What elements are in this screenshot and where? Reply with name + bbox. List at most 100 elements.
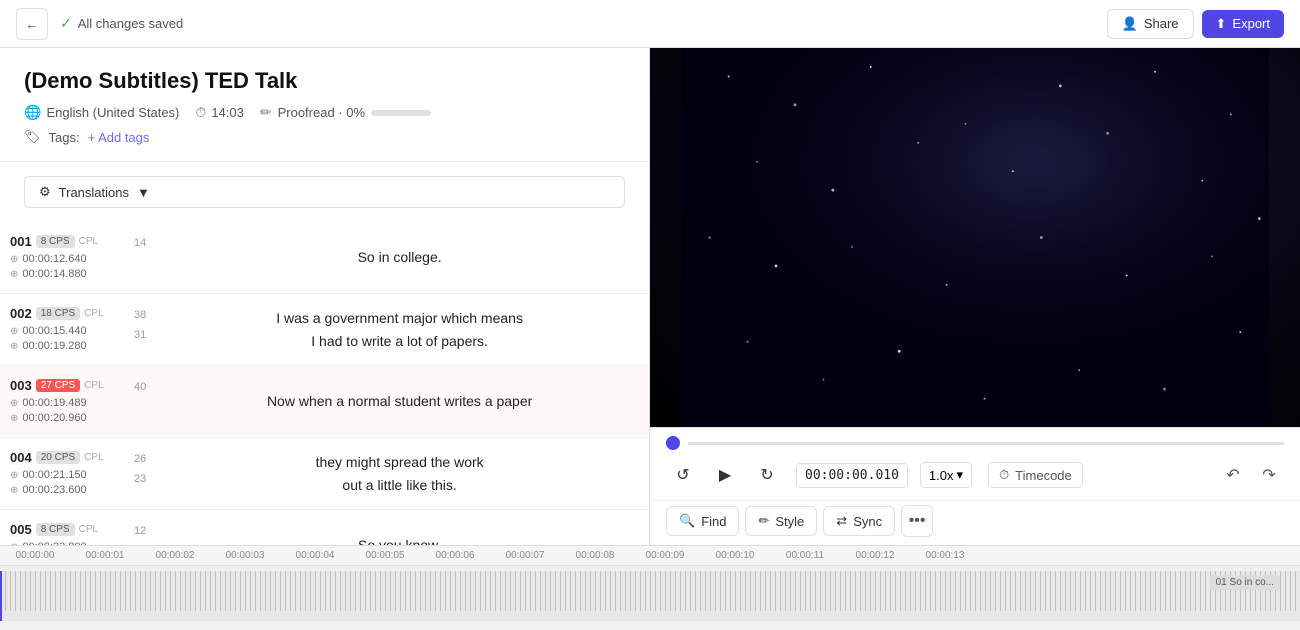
timeline-ruler: 00:00:0000:00:0100:00:0200:00:0300:00:04…	[0, 546, 1300, 566]
ruler-tick: 00:00:09	[630, 550, 700, 561]
cpl-numbers: 12	[130, 510, 150, 545]
chevron-down-icon: ▼	[137, 185, 150, 200]
cpl-value: 12	[134, 522, 146, 542]
speed-value: 1.0x	[929, 468, 954, 483]
ruler-tick: 00:00:03	[210, 550, 280, 561]
subtitle-text-area[interactable]: they might spread the workout a little l…	[150, 438, 649, 509]
language-label: English (United States)	[46, 105, 179, 120]
ruler-tick: 00:00:10	[700, 550, 770, 561]
timecode-icon: ⏱	[999, 467, 1009, 483]
subtitle-row[interactable]: 001 8 CPS CPL ⊕ 00:00:12.640 ⊕ 00:00:14.…	[0, 222, 649, 294]
clock-icon: ⏱	[195, 104, 206, 121]
cpl-numbers: 40	[130, 366, 150, 437]
timeline-waveform	[0, 571, 1300, 611]
subtitle-text: So in college.	[358, 246, 442, 268]
topbar: ← ✓ All changes saved 👤 Share ⬆ Export	[0, 0, 1300, 48]
subtitle-meta: 001 8 CPS CPL ⊕ 00:00:12.640 ⊕ 00:00:14.…	[0, 222, 130, 293]
meta-language: 🌐 English (United States)	[24, 104, 179, 121]
share-button[interactable]: 👤 Share	[1107, 9, 1194, 39]
find-button[interactable]: 🔍 Find	[666, 506, 739, 536]
subtitle-row[interactable]: 005 8 CPS CPL ⊕ 00:00:23.800 12 So you k…	[0, 510, 649, 545]
subtitle-row[interactable]: 002 18 CPS CPL ⊕ 00:00:15.440 ⊕ 00:00:19…	[0, 294, 649, 366]
ruler-tick: 00:00:07	[490, 550, 560, 561]
topbar-right: 👤 Share ⬆ Export	[1107, 9, 1284, 39]
timeline-body: 01 So in co...	[0, 571, 1300, 621]
subtitle-text-area[interactable]: So you know.	[150, 510, 649, 545]
export-button[interactable]: ⬆ Export	[1202, 10, 1284, 38]
subtitle-text-area[interactable]: So in college.	[150, 222, 649, 293]
ruler-tick: 00:00:00	[0, 550, 70, 561]
more-button[interactable]: •••	[901, 505, 933, 537]
proofread-icon: ✏	[260, 104, 272, 121]
sync-button[interactable]: ⇄ Sync	[823, 506, 895, 536]
progress-row	[650, 428, 1300, 454]
rewind-button[interactable]: ↺	[666, 458, 700, 492]
subtitle-times: ⊕ 00:00:15.440 ⊕ 00:00:19.280	[10, 325, 120, 352]
subtitle-row[interactable]: 003 27 CPS CPL ⊕ 00:00:19.489 ⊕ 00:00:20…	[0, 366, 649, 438]
speed-chevron: ▾	[957, 467, 964, 483]
cpl-value: 38	[134, 306, 146, 326]
subtitle-times: ⊕ 00:00:19.489 ⊕ 00:00:20.960	[10, 397, 120, 424]
check-icon: ✓	[60, 15, 72, 32]
cpl-label: CPL	[84, 308, 103, 319]
speed-selector[interactable]: 1.0x ▾	[920, 462, 972, 488]
tags-label: Tags:	[49, 130, 80, 145]
subtitle-chip: 01 So in co...	[1210, 575, 1280, 590]
add-icon[interactable]: ⊕	[10, 341, 18, 352]
cpl-numbers: 3831	[130, 294, 150, 365]
sync-icon: ⇄	[836, 513, 847, 529]
toolbar-row: 🔍 Find ✏ Style ⇄ Sync •••	[650, 500, 1300, 545]
timecode-toggle[interactable]: ⏱ Timecode	[988, 462, 1083, 488]
subtitle-text-area[interactable]: I was a government major which meansI ha…	[150, 294, 649, 365]
time-end: 00:00:19.280	[22, 340, 86, 352]
timecode-display[interactable]: 00:00:00.010	[796, 463, 908, 488]
add-tag-button[interactable]: + Add tags	[88, 130, 150, 145]
controls-row: ↺ ▶ ↻ 00:00:00.010 1.0x ▾ ⏱ Timecode ↶ ↷	[650, 454, 1300, 500]
time-start: 00:00:21.150	[22, 469, 86, 481]
subtitle-row[interactable]: 004 20 CPS CPL ⊕ 00:00:21.150 ⊕ 00:00:23…	[0, 438, 649, 510]
cpl-value: 31	[134, 326, 146, 346]
subtitle-text: I was a government major which meansI ha…	[276, 307, 523, 352]
back-icon: ←	[25, 16, 39, 32]
video-background	[650, 48, 1300, 427]
play-button[interactable]: ▶	[708, 458, 742, 492]
redo-button[interactable]: ↷	[1254, 460, 1284, 490]
cpl-value: 23	[134, 470, 146, 490]
fast-forward-button[interactable]: ↻	[750, 458, 784, 492]
translations-label: Translations	[59, 185, 129, 200]
add-icon[interactable]: ⊕	[10, 326, 18, 337]
subtitles-area[interactable]: 001 8 CPS CPL ⊕ 00:00:12.640 ⊕ 00:00:14.…	[0, 222, 649, 545]
cps-badge: 20 CPS	[36, 451, 80, 464]
video-area	[650, 48, 1300, 427]
add-icon[interactable]: ⊕	[10, 269, 18, 280]
tags-row: 🏷 Tags: + Add tags	[24, 129, 625, 145]
timeline[interactable]: 00:00:0000:00:0100:00:0200:00:0300:00:04…	[0, 545, 1300, 630]
style-button[interactable]: ✏ Style	[745, 506, 817, 536]
add-icon[interactable]: ⊕	[10, 254, 18, 265]
add-icon[interactable]: ⊕	[10, 485, 18, 496]
timeline-playhead[interactable]	[0, 571, 2, 621]
proofread-label: Proofread · 0%	[278, 105, 365, 120]
add-icon[interactable]: ⊕	[10, 413, 18, 424]
tag-icon: 🏷	[24, 129, 41, 145]
progress-track[interactable]	[688, 442, 1284, 445]
duration-label: 14:03	[211, 105, 244, 120]
left-panel: (Demo Subtitles) TED Talk 🌐 English (Uni…	[0, 48, 650, 545]
subtitle-number: 001	[10, 234, 32, 249]
add-icon[interactable]: ⊕	[10, 398, 18, 409]
subtitle-text: Now when a normal student writes a paper	[267, 390, 532, 412]
subtitle-number: 002	[10, 306, 32, 321]
doc-title: (Demo Subtitles) TED Talk	[24, 68, 625, 94]
subtitle-text-area[interactable]: Now when a normal student writes a paper	[150, 366, 649, 437]
timecode-label: Timecode	[1015, 468, 1072, 483]
add-icon[interactable]: ⊕	[10, 470, 18, 481]
subtitle-meta: 002 18 CPS CPL ⊕ 00:00:15.440 ⊕ 00:00:19…	[0, 294, 130, 365]
translations-button[interactable]: ⚙ Translations ▼	[24, 176, 625, 208]
subtitle-times: ⊕ 00:00:12.640 ⊕ 00:00:14.880	[10, 253, 120, 280]
globe-icon: 🌐	[24, 104, 41, 121]
undo-button[interactable]: ↶	[1218, 460, 1248, 490]
controls-right: ↶ ↷	[1218, 460, 1284, 490]
ruler-tick: 00:00:08	[560, 550, 630, 561]
playhead-circle[interactable]	[666, 436, 680, 450]
back-button[interactable]: ←	[16, 8, 48, 40]
